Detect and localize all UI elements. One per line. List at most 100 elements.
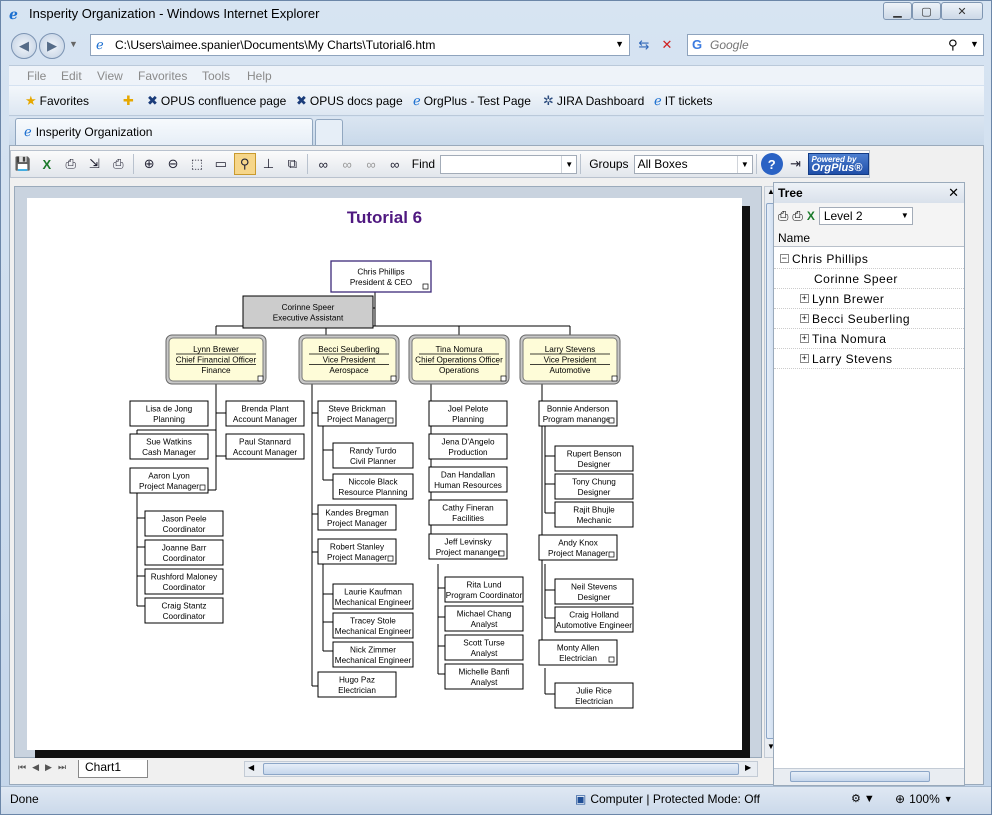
org-box[interactable]: Michelle Banfi Analyst (444, 663, 524, 690)
powered-by-orgplus-logo[interactable]: Powered by OrgPlus® (807, 153, 870, 175)
fav-link-orgplus-test[interactable]: ℯ OrgPlus - Test Page (413, 93, 531, 109)
chevron-down-icon[interactable]: ▼ (898, 208, 912, 224)
chevron-down-icon[interactable]: ▼ (561, 155, 576, 173)
url-input[interactable]: ℯ C:\Users\aimee.spanier\Documents\My Ch… (90, 34, 630, 56)
org-box[interactable]: Rita Lund Program Coordinator (444, 576, 524, 603)
scroll-right-icon[interactable]: ▶ (745, 763, 751, 772)
collapse-icon[interactable] (608, 417, 615, 424)
org-box[interactable]: Joel Pelote Planning (428, 400, 508, 427)
collapse-icon[interactable] (608, 551, 615, 558)
org-box[interactable]: Lisa de Jong Planning (129, 400, 209, 427)
fav-link-opus-docs[interactable]: ✖ OPUS docs page (296, 93, 403, 109)
forward-button[interactable]: ▶ (39, 33, 65, 59)
expand-icon[interactable]: + (800, 334, 809, 343)
zoom-control[interactable]: ⊕ 100% ▼ (895, 792, 953, 806)
tree-node[interactable]: + Becci Seuberling (774, 309, 964, 329)
minimize-button[interactable]: ▁ (883, 2, 912, 20)
org-box[interactable]: Tony Chung Designer (554, 473, 634, 500)
close-button[interactable]: ✕ (941, 2, 983, 20)
tree-level-select[interactable]: Level 2 ▼ (818, 207, 913, 225)
expand-icon[interactable]: + (800, 314, 809, 323)
close-icon[interactable]: ✕ (948, 185, 959, 201)
org-box[interactable]: Neil Stevens Designer (554, 578, 634, 605)
tab-insperity-organization[interactable]: ℯ Insperity Organization (15, 118, 313, 145)
chevron-down-icon[interactable]: ▼ (944, 794, 953, 804)
org-box[interactable]: Craig Stantz Coordinator (144, 597, 224, 624)
save-icon[interactable]: 💾 (12, 153, 34, 175)
stop-icon[interactable]: ✕ (656, 34, 678, 56)
tree-node[interactable]: + Larry Stevens (774, 349, 964, 369)
org-box-vp[interactable]: Larry Stevens Vice PresidentAutomotive (519, 334, 621, 385)
print-icon[interactable]: ⎙ (778, 208, 788, 224)
org-box[interactable]: Paul Stannard Account Manager (225, 433, 305, 460)
new-tab-button[interactable] (315, 119, 343, 145)
search-box[interactable]: G ⚲ ▼ (687, 34, 984, 56)
menu-file[interactable]: File (27, 69, 46, 83)
zoom-box-icon[interactable]: ⬚ (186, 153, 208, 175)
url-dropdown-icon[interactable]: ▼ (615, 39, 624, 49)
org-box-vp[interactable]: Lynn Brewer Chief Financial OfficerFinanc… (165, 334, 267, 385)
horizontal-scroll-thumb[interactable] (263, 763, 739, 775)
collapse-icon[interactable] (608, 656, 615, 663)
org-box[interactable]: Cathy Fineran Facilities (428, 499, 508, 526)
collapse-icon[interactable] (199, 484, 206, 491)
org-box[interactable]: Aaron Lyon Project Manager (129, 467, 209, 494)
collapse-icon[interactable] (611, 375, 618, 382)
collapse-icon[interactable] (387, 555, 394, 562)
add-favorite-button[interactable]: ✚ (123, 93, 134, 109)
org-box[interactable]: Nick Zimmer Mechanical Engineer (332, 641, 414, 668)
sheet-tab-chart1[interactable]: Chart1 (78, 760, 148, 778)
find-previous-icon[interactable]: ∞ (336, 153, 358, 175)
help-icon[interactable]: ? (760, 153, 783, 175)
search-icon[interactable]: ⚲ (948, 37, 958, 53)
expand-icon[interactable]: + (800, 354, 809, 363)
tree-node[interactable]: + Tina Nomura (774, 329, 964, 349)
menu-edit[interactable]: Edit (61, 69, 82, 83)
sheet-nav-icon[interactable]: ⏮◀▶⏭ (18, 762, 72, 773)
search-options-icon[interactable]: ▼ (970, 39, 979, 49)
protected-mode-icon[interactable]: ⚙ ▼ (851, 792, 875, 805)
history-dropdown-icon[interactable]: ▼ (69, 39, 78, 49)
org-box-vp[interactable]: Becci Seuberling Vice PresidentAerospace (298, 334, 400, 385)
print-preview-icon[interactable]: ⎙ (107, 153, 129, 175)
exit-icon[interactable]: ⇥ (785, 153, 807, 175)
org-box[interactable]: Rushford Maloney Coordinator (144, 568, 224, 595)
zoom-out-icon[interactable]: ⊖ (162, 153, 184, 175)
tree-node-root[interactable]: − Chris Phillips (774, 249, 964, 269)
find-options-icon[interactable]: ∞ (384, 153, 406, 175)
scroll-left-icon[interactable]: ◀ (248, 763, 254, 772)
find-next-icon[interactable]: ∞ (360, 153, 382, 175)
org-box[interactable]: Steve Brickman Project Manager (317, 400, 397, 427)
collapse-icon[interactable] (257, 375, 264, 382)
org-box-assistant[interactable]: Corinne SpeerExecutive Assistant (242, 295, 374, 329)
org-box[interactable]: Niccole Black Resource Planning (332, 473, 414, 500)
excel-export-icon[interactable]: X (36, 153, 58, 175)
fav-link-jira[interactable]: ✲ JIRA Dashboard (543, 93, 644, 109)
menu-tools[interactable]: Tools (202, 69, 230, 83)
menu-favorites[interactable]: Favorites (138, 69, 187, 83)
chart-horizontal-scrollbar[interactable]: ◀ ▶ (244, 761, 758, 777)
org-box[interactable]: Jeff Levinsky Project mananger (428, 533, 508, 560)
zoom-in-icon[interactable]: ⊕ (138, 153, 160, 175)
collapse-icon[interactable]: − (780, 254, 789, 263)
collapse-icon[interactable] (390, 375, 397, 382)
collapse-icon[interactable] (387, 417, 394, 424)
expand-icon[interactable]: + (800, 294, 809, 303)
back-button[interactable]: ◀ (11, 33, 37, 59)
org-box[interactable]: Laurie Kaufman Mechanical Engineer (332, 583, 414, 610)
org-box-vp[interactable]: Tina Nomura Chief Operations OfficerOpera… (408, 334, 510, 385)
org-box[interactable]: Bonnie Anderson Program mananger (538, 400, 618, 427)
tree-node[interactable]: Corinne Speer (774, 269, 964, 289)
org-box-ceo[interactable]: Chris Phillips President & CEO (330, 260, 432, 293)
refresh-icon[interactable]: ⇆ (633, 34, 655, 56)
org-box[interactable]: Jason Peele Coordinator (144, 510, 224, 537)
org-box[interactable]: Jena D'Angelo Production (428, 433, 508, 460)
tree-scroll-thumb[interactable] (790, 771, 930, 782)
find-combobox[interactable]: ▼ (440, 154, 578, 174)
org-box[interactable]: Joanne Barr Coordinator (144, 539, 224, 566)
org-box[interactable]: Craig Holland Automotive Engineer (554, 606, 634, 633)
security-zone[interactable]: ▣ Computer | Protected Mode: Off (575, 792, 760, 806)
org-box[interactable]: Scott Turse Analyst (444, 634, 524, 661)
print-icon[interactable]: ⎙ (60, 153, 82, 175)
org-box[interactable]: Julie Rice Electrician (554, 682, 634, 709)
